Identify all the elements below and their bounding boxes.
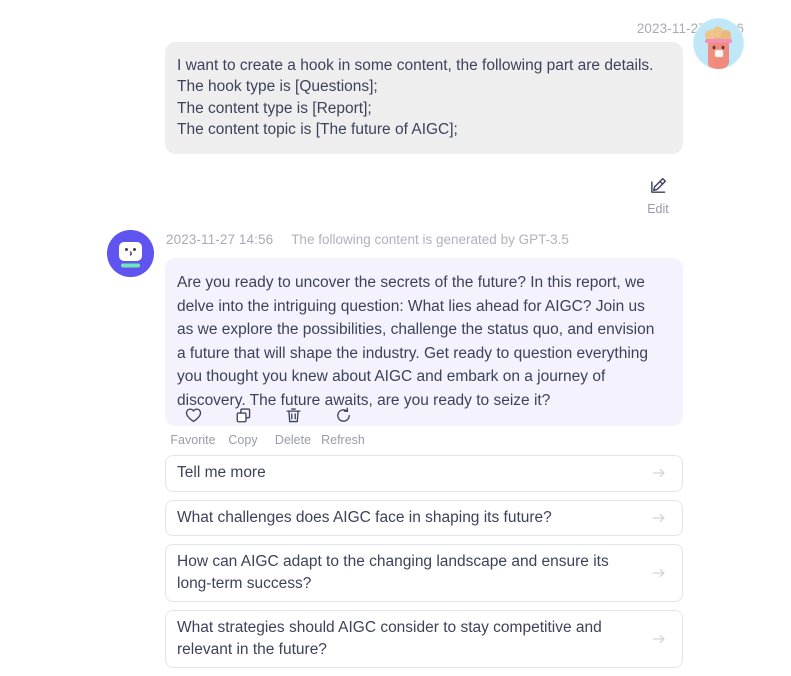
user-message-line: The content topic is [The future of AIGC… <box>177 120 458 138</box>
user-message-line: I want to create a hook in some content,… <box>177 57 654 74</box>
heart-icon <box>184 406 203 430</box>
user-message-line: The hook type is [Questions]; <box>177 78 378 96</box>
assistant-message-text: Are you ready to uncover the secrets of … <box>177 274 655 409</box>
suggestion-item[interactable]: How can AIGC adapt to the changing lands… <box>165 544 683 602</box>
favorite-button-label: Favorite <box>170 433 216 447</box>
arrow-right-icon <box>650 509 668 527</box>
suggestion-list: Tell me more What challenges does AIGC f… <box>165 455 683 676</box>
suggestion-text: Tell me more <box>177 464 266 481</box>
user-message-bubble: I want to create a hook in some content,… <box>165 42 683 155</box>
refresh-button[interactable]: Refresh <box>318 406 368 447</box>
copy-button-label: Copy <box>228 433 258 447</box>
edit-icon <box>649 176 668 200</box>
suggestion-text: What strategies should AIGC consider to … <box>177 619 602 658</box>
suggestion-item[interactable]: What strategies should AIGC consider to … <box>165 610 683 668</box>
arrow-right-icon <box>650 630 668 648</box>
refresh-button-label: Refresh <box>321 433 365 447</box>
favorite-button[interactable]: Favorite <box>168 406 218 447</box>
edit-button-label: Edit <box>647 202 669 216</box>
chat-conversation: 2023-11-27 14:56 I want to create a hook… <box>0 0 791 668</box>
suggestion-text: What challenges does AIGC face in shapin… <box>177 508 552 526</box>
assistant-message-bubble: Are you ready to uncover the secrets of … <box>165 258 683 426</box>
copy-icon <box>234 406 253 430</box>
arrow-right-icon <box>650 564 668 582</box>
assistant-message-meta: 2023-11-27 14:56 The following content i… <box>166 232 569 247</box>
refresh-icon <box>334 406 353 430</box>
copy-button[interactable]: Copy <box>218 406 268 447</box>
assistant-timestamp: 2023-11-27 14:56 <box>166 232 274 247</box>
assistant-action-bar: Favorite Copy Delete Refresh <box>168 406 368 447</box>
trash-icon <box>284 406 303 430</box>
suggestion-item[interactable]: Tell me more <box>165 455 683 492</box>
suggestion-item[interactable]: What challenges does AIGC face in shapin… <box>165 499 683 536</box>
bot-avatar <box>107 230 154 277</box>
edit-button[interactable]: Edit <box>644 176 672 216</box>
generated-by-note: The following content is generated by GP… <box>291 232 569 247</box>
suggestion-text: How can AIGC adapt to the changing lands… <box>177 553 609 592</box>
user-message-line: The content type is [Report]; <box>177 99 372 117</box>
delete-button[interactable]: Delete <box>268 406 318 447</box>
delete-button-label: Delete <box>274 433 312 447</box>
arrow-right-icon <box>650 464 668 482</box>
user-avatar <box>693 18 744 69</box>
